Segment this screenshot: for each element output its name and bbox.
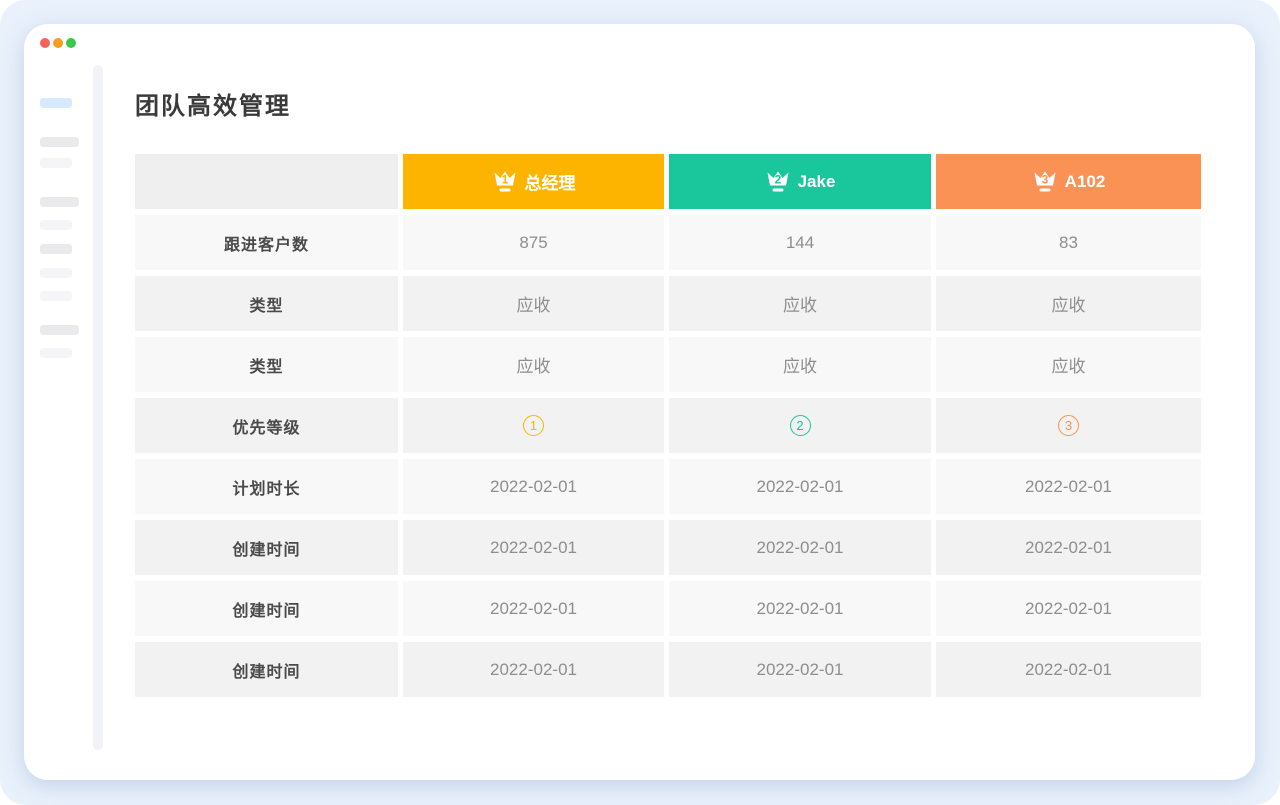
table-cell: 应收 — [669, 337, 931, 392]
column-header-2[interactable]: 2 Jake — [669, 154, 931, 209]
table-cell: 2022-02-01 — [936, 581, 1201, 636]
table-corner-cell — [135, 154, 398, 209]
sidebar-skeleton-item — [40, 158, 72, 168]
row-label: 跟进客户数 — [135, 215, 398, 270]
table-cell: 2022-02-01 — [936, 459, 1201, 514]
comparison-table: 1 总经理 2 Jake — [135, 154, 1200, 697]
main-content: 团队高效管理 1 总经理 2 — [135, 24, 1225, 697]
sidebar-skeleton-item — [40, 325, 79, 335]
sidebar-skeleton-item — [40, 268, 72, 278]
row-label: 创建时间 — [135, 520, 398, 575]
svg-text:3: 3 — [1041, 172, 1048, 186]
svg-text:2: 2 — [774, 172, 781, 186]
sidebar-skeleton-item — [40, 137, 79, 147]
table-cell: 2022-02-01 — [936, 642, 1201, 697]
row-label: 类型 — [135, 276, 398, 331]
table-cell: 应收 — [403, 276, 664, 331]
table-cell: 应收 — [936, 337, 1201, 392]
table-cell: 875 — [403, 215, 664, 270]
crown-icon: 1 — [492, 169, 518, 195]
table-cell: 2 — [669, 398, 931, 453]
column-header-label: 总经理 — [525, 169, 576, 194]
row-label: 优先等级 — [135, 398, 398, 453]
sidebar-skeleton-item — [40, 348, 72, 358]
table-cell: 2022-02-01 — [669, 581, 931, 636]
table-cell: 2022-02-01 — [669, 520, 931, 575]
desktop-background: 团队高效管理 1 总经理 2 — [0, 0, 1280, 805]
table-cell: 应收 — [936, 276, 1201, 331]
table-cell: 2022-02-01 — [936, 520, 1201, 575]
column-header-label: Jake — [798, 172, 836, 192]
table-cell: 应收 — [669, 276, 931, 331]
table-cell: 应收 — [403, 337, 664, 392]
table-cell: 2022-02-01 — [403, 581, 664, 636]
table-cell: 144 — [669, 215, 931, 270]
sidebar-skeleton-item — [40, 244, 72, 254]
rank-badge: 2 — [790, 415, 811, 436]
column-header-label: A102 — [1065, 172, 1106, 192]
sidebar — [40, 24, 90, 780]
row-label: 计划时长 — [135, 459, 398, 514]
table-cell: 2022-02-01 — [403, 642, 664, 697]
table-cell: 83 — [936, 215, 1201, 270]
rank-badge: 3 — [1058, 415, 1079, 436]
sidebar-skeleton-item — [40, 220, 72, 230]
table-cell: 2022-02-01 — [403, 520, 664, 575]
table-cell: 2022-02-01 — [669, 642, 931, 697]
rank-badge: 1 — [523, 415, 544, 436]
column-header-1[interactable]: 1 总经理 — [403, 154, 664, 209]
app-window: 团队高效管理 1 总经理 2 — [24, 24, 1255, 780]
page-title: 团队高效管理 — [135, 86, 1225, 121]
svg-text:1: 1 — [501, 172, 508, 186]
row-label: 创建时间 — [135, 642, 398, 697]
table-cell: 2022-02-01 — [403, 459, 664, 514]
crown-icon: 3 — [1032, 169, 1058, 195]
sidebar-skeleton-item — [40, 197, 79, 207]
row-label: 创建时间 — [135, 581, 398, 636]
table-cell: 1 — [403, 398, 664, 453]
table-cell: 3 — [936, 398, 1201, 453]
row-label: 类型 — [135, 337, 398, 392]
sidebar-item-active[interactable] — [40, 98, 72, 108]
column-header-3[interactable]: 3 A102 — [936, 154, 1201, 209]
sidebar-skeleton-item — [40, 291, 72, 301]
crown-icon: 2 — [765, 169, 791, 195]
table-cell: 2022-02-01 — [669, 459, 931, 514]
sidebar-divider — [93, 65, 103, 750]
